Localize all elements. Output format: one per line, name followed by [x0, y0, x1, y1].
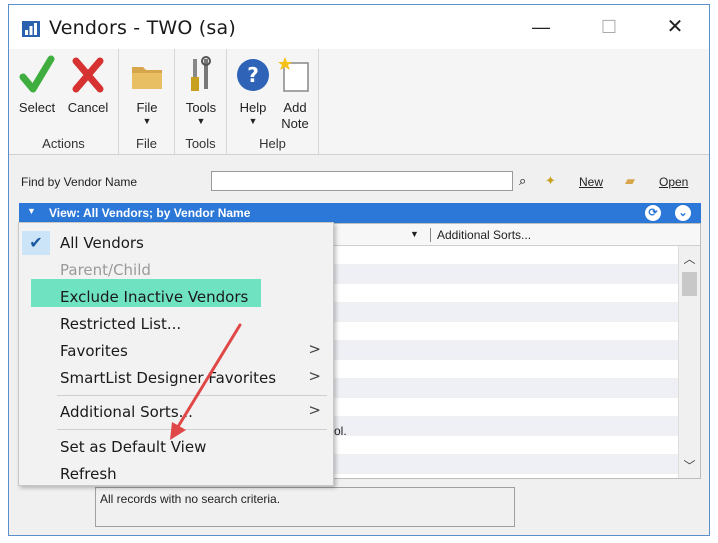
- grid-partial-text: ol.: [334, 424, 347, 438]
- menu-item-label: SmartList Designer Favorites: [60, 369, 277, 387]
- tools-label: Tools: [185, 100, 217, 115]
- binoculars-icon[interactable]: ⌕: [519, 173, 526, 189]
- menu-item-set-default-view[interactable]: Set as Default View: [19, 433, 333, 459]
- refresh-view-icon[interactable]: ⟳: [645, 205, 661, 221]
- tools-dropdown-icon: ▼: [196, 116, 206, 126]
- check-icon: ✔: [22, 231, 50, 255]
- add-note-button[interactable]: Add Note: [275, 55, 315, 132]
- open-button[interactable]: Open: [659, 175, 688, 189]
- select-label: Select: [18, 100, 56, 115]
- file-dropdown-icon: ▼: [142, 116, 152, 126]
- submenu-arrow-icon: >: [308, 367, 321, 385]
- menu-item-label: Restricted List...: [60, 315, 182, 333]
- add-note-icon: [278, 57, 309, 92]
- menu-item-label: Exclude Inactive Vendors: [60, 288, 249, 306]
- menu-item-label: Refresh: [60, 465, 117, 483]
- criteria-text: All records with no search criteria.: [100, 492, 281, 506]
- ribbon: Select Cancel Actions File ▼ File Tools …: [9, 49, 709, 155]
- menu-separator: [57, 395, 327, 396]
- file-label: File: [136, 100, 158, 115]
- add-note-label-1: Add: [283, 100, 307, 115]
- view-bar[interactable]: ▼ View: All Vendors; by Vendor Name ⟳ ⌄: [19, 203, 701, 223]
- view-dropdown-menu: ✔ All Vendors Parent/Child Exclude Inact…: [18, 222, 334, 486]
- scroll-up-icon[interactable]: ︿: [679, 250, 700, 267]
- submenu-arrow-icon: >: [308, 340, 321, 358]
- new-record-icon[interactable]: ✦: [545, 173, 556, 189]
- menu-item-refresh[interactable]: Refresh: [19, 460, 333, 486]
- title-bar: Vendors - TWO (sa) — ☐ ✕: [9, 5, 709, 49]
- collapse-icon[interactable]: ⌄: [675, 205, 691, 221]
- window-title: Vendors - TWO (sa): [49, 17, 236, 39]
- view-dropdown-icon[interactable]: ▼: [27, 206, 36, 216]
- maximize-button[interactable]: ☐: [595, 15, 623, 39]
- tools-group-label: Tools: [185, 136, 216, 151]
- new-button[interactable]: New: [579, 175, 603, 189]
- help-group-label: Help: [259, 136, 286, 151]
- ribbon-group-actions: Select Cancel Actions: [9, 49, 119, 155]
- help-dropdown-icon: ▼: [248, 116, 258, 126]
- find-vendor-input[interactable]: [211, 171, 513, 191]
- menu-item-label: Set as Default View: [60, 438, 207, 456]
- cancel-x-icon: [72, 57, 104, 93]
- add-note-label-2: Note: [281, 116, 309, 131]
- menu-item-restricted-list[interactable]: Restricted List...: [19, 310, 333, 336]
- vertical-scrollbar[interactable]: ︿ ﹀: [678, 246, 700, 478]
- menu-item-smartlist-favorites[interactable]: SmartList Designer Favorites >: [19, 364, 333, 390]
- folder-icon: [132, 67, 162, 89]
- search-criteria-box: All records with no search criteria.: [95, 487, 515, 527]
- help-question-icon: ?: [237, 59, 269, 91]
- checkmark-icon: [19, 55, 55, 93]
- ribbon-group-help: ? Help ▼ Add Note Help: [227, 49, 319, 155]
- help-label: Help: [239, 100, 267, 115]
- menu-item-exclude-inactive[interactable]: Exclude Inactive Vendors: [19, 283, 333, 309]
- file-menu-button[interactable]: File ▼: [127, 55, 167, 126]
- menu-item-label: Parent/Child: [60, 261, 151, 279]
- ribbon-group-file: File ▼ File: [119, 49, 175, 155]
- menu-item-label: Additional Sorts...: [60, 403, 193, 421]
- cancel-button[interactable]: Cancel: [65, 55, 111, 116]
- svg-text:?: ?: [247, 63, 259, 87]
- tools-menu-button[interactable]: Tools ▼: [181, 55, 221, 126]
- open-folder-icon[interactable]: ▰: [625, 173, 635, 189]
- find-bar: Find by Vendor Name ⌕ ✦ New ▰ Open: [9, 167, 709, 197]
- app-chart-icon: [22, 21, 40, 37]
- help-menu-button[interactable]: ? Help ▼: [233, 55, 273, 126]
- actions-group-label: Actions: [42, 136, 85, 151]
- close-button[interactable]: ✕: [661, 15, 689, 39]
- menu-separator: [57, 429, 327, 430]
- additional-sorts-header[interactable]: Additional Sorts...: [430, 228, 531, 242]
- view-label[interactable]: View: All Vendors; by Vendor Name: [49, 206, 250, 220]
- scroll-down-icon[interactable]: ﹀: [679, 457, 700, 474]
- sort-dropdown-icon[interactable]: ▼: [410, 229, 419, 239]
- file-group-label: File: [136, 136, 157, 151]
- tools-icon: [191, 56, 211, 91]
- menu-item-label: All Vendors: [60, 234, 144, 252]
- select-button[interactable]: Select: [17, 55, 57, 116]
- find-label: Find by Vendor Name: [21, 175, 138, 189]
- menu-item-parent-child: Parent/Child: [19, 256, 333, 282]
- menu-item-additional-sorts[interactable]: Additional Sorts... >: [19, 398, 333, 424]
- cancel-label: Cancel: [67, 100, 109, 115]
- menu-item-label: Favorites: [60, 342, 128, 360]
- ribbon-group-tools: Tools ▼ Tools: [175, 49, 227, 155]
- scroll-thumb[interactable]: [682, 272, 697, 296]
- menu-item-favorites[interactable]: Favorites >: [19, 337, 333, 363]
- submenu-arrow-icon: >: [308, 401, 321, 419]
- menu-item-all-vendors[interactable]: ✔ All Vendors: [19, 229, 333, 255]
- minimize-button[interactable]: —: [527, 15, 555, 39]
